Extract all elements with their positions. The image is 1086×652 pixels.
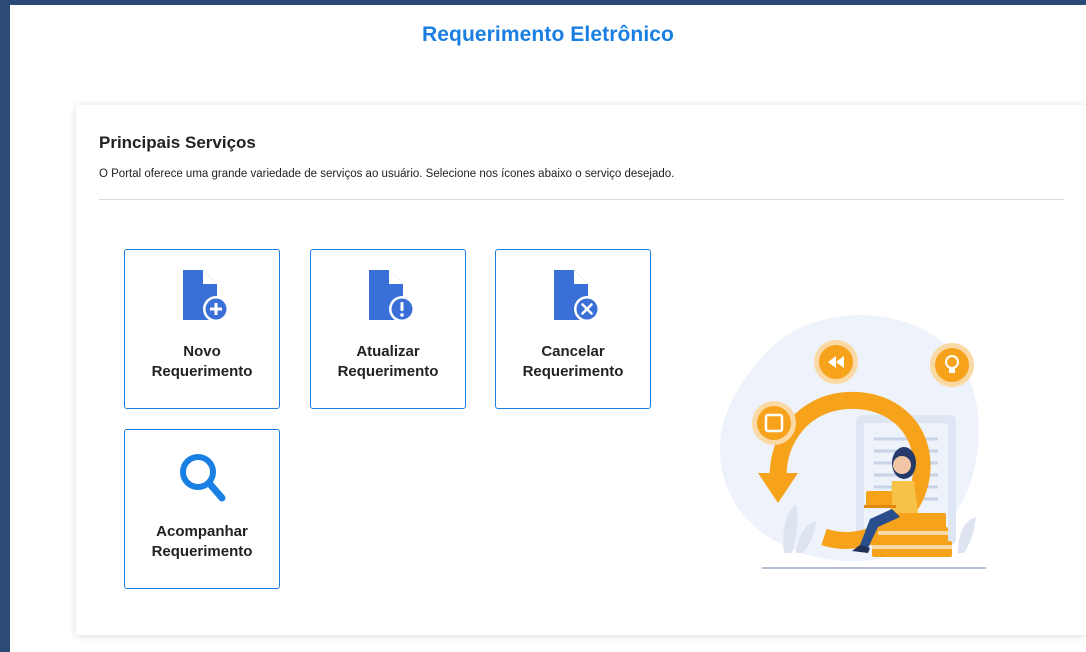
- app-frame: Requerimento Eletrônico Principais Servi…: [0, 0, 1086, 652]
- file-cancel-icon: [496, 268, 650, 324]
- illustration: [696, 305, 996, 575]
- track-request-button[interactable]: Acompanhar Requerimento: [124, 429, 280, 589]
- services-description: O Portal oferece uma grande variedade de…: [99, 168, 675, 180]
- lightbulb-icon: [930, 343, 974, 387]
- service-label: Novo Requerimento: [151, 343, 253, 380]
- cancel-request-button[interactable]: Cancelar Requerimento: [495, 249, 651, 409]
- service-label: Cancelar Requerimento: [522, 343, 624, 380]
- divider: [99, 199, 1064, 200]
- rewind-icon: [814, 340, 858, 384]
- file-plus-icon: [125, 268, 279, 324]
- service-label: Atualizar Requerimento: [337, 343, 439, 380]
- page-title: Requerimento Eletrônico: [421, 23, 674, 46]
- services-title: Principais Serviços: [99, 133, 256, 152]
- puzzle-icon: [752, 401, 796, 445]
- new-request-button[interactable]: Novo Requerimento: [124, 249, 280, 409]
- services-card: Principais Serviços O Portal oferece uma…: [76, 105, 1086, 635]
- file-alert-icon: [311, 268, 465, 324]
- search-icon: [125, 448, 279, 504]
- service-label: Acompanhar Requerimento: [151, 523, 253, 560]
- update-request-button[interactable]: Atualizar Requerimento: [310, 249, 466, 409]
